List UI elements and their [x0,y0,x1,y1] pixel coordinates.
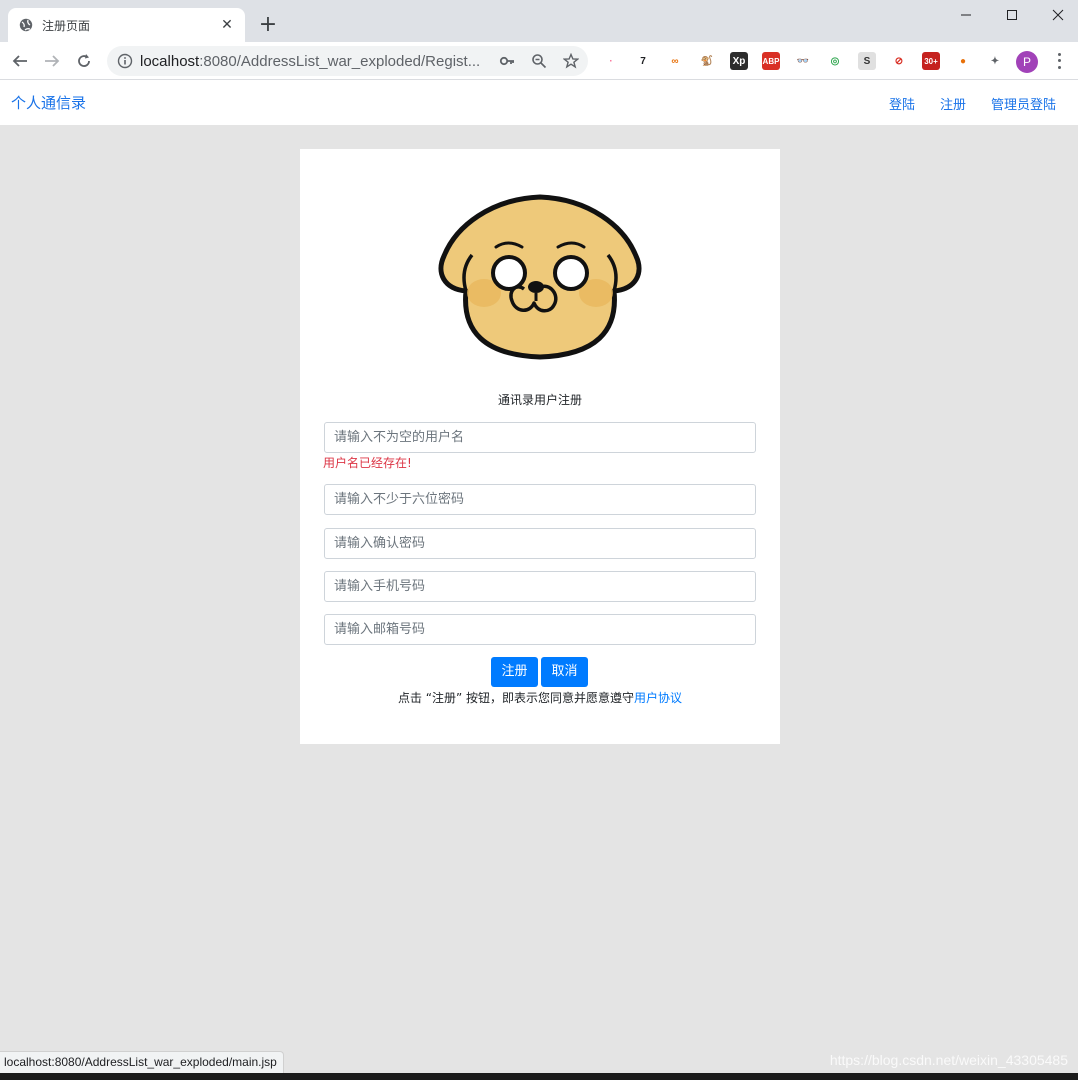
user-agreement-link[interactable]: 用户协议 [634,691,682,705]
tab-title: 注册页面 [42,18,91,33]
zoom-icon[interactable] [531,53,547,69]
ext-infinity-icon[interactable]: ∞ [666,52,684,70]
ext-badge-icon[interactable]: 30+ [922,52,940,70]
email-input[interactable] [324,614,756,645]
reload-icon[interactable] [72,49,96,73]
username-input[interactable] [324,422,756,453]
confirm-password-input[interactable] [324,528,756,559]
ext-xpath-icon[interactable]: Xp [730,52,748,70]
browser-menu-icon[interactable] [1052,51,1066,71]
ext-orange-icon[interactable]: ● [954,52,972,70]
os-taskbar [0,1073,1078,1080]
browser-toolbar: localhost:8080/AddressList_war_exploded/… [0,42,1078,80]
cancel-button[interactable]: 取消 [541,657,588,687]
new-tab-button[interactable]: + [256,14,280,38]
mascot-dog-image [438,194,642,360]
forward-arrow-icon[interactable] [40,49,64,73]
ext-s-icon[interactable]: S [858,52,876,70]
url-path: :8080/AddressList_war_exploded/Regist... [199,52,480,70]
status-bar-url: localhost:8080/AddressList_war_exploded/… [0,1051,284,1073]
address-bar[interactable]: localhost:8080/AddressList_war_exploded/… [107,46,588,76]
username-error-message: 用户名已经存在! [323,456,412,470]
nav-register-link[interactable]: 注册 [940,94,966,113]
extensions-puzzle-icon[interactable]: ✦ [986,52,1004,70]
ext-block-icon[interactable]: ⊘ [890,52,908,70]
back-arrow-icon[interactable] [8,49,32,73]
password-input[interactable] [324,484,756,515]
browser-tabstrip: 注册页面 ✕ + [0,0,1078,42]
register-button[interactable]: 注册 [491,657,538,687]
watermark-text: https://blog.csdn.net/weixin_43305485 [829,1052,1068,1068]
ext-bilibili-icon[interactable]: · [602,52,620,70]
ext-tampermonkey-icon[interactable]: 🐒 [698,52,716,70]
minimize-window-icon[interactable] [943,4,989,26]
url-host: localhost [140,52,200,70]
site-info-icon[interactable] [117,53,133,69]
form-title: 通讯录用户注册 [497,393,582,407]
globe-icon [18,17,34,33]
register-card: 通讯录用户注册 用户名已经存在! 注册 取消 点击 “注册” 按钮，即表示您同意… [300,149,780,744]
key-icon[interactable] [499,53,515,69]
bookmark-star-icon[interactable] [563,53,579,69]
nav-login-link[interactable]: 登陆 [889,94,915,113]
browser-tab[interactable]: 注册页面 ✕ [8,8,245,42]
close-tab-icon[interactable]: ✕ [219,17,235,33]
url-text[interactable]: localhost:8080/AddressList_war_exploded/… [140,53,480,70]
ext-adblock-icon[interactable]: ABP [762,52,780,70]
ext-seven-icon[interactable]: 7 [634,52,652,70]
maximize-window-icon[interactable] [989,4,1035,26]
phone-input[interactable] [324,571,756,602]
site-navbar: 个人通信录 登陆 注册 管理员登陆 [0,80,1078,125]
profile-avatar[interactable]: P [1016,51,1038,73]
agreement-prefix: 点击 “注册” 按钮，即表示您同意并愿意遵守 [397,691,635,705]
ext-glasses-icon[interactable]: 👓 [794,52,812,70]
close-window-icon[interactable] [1035,4,1078,26]
brand-link[interactable]: 个人通信录 [11,92,86,113]
agreement-text: 点击 “注册” 按钮，即表示您同意并愿意遵守用户协议 [300,689,780,706]
nav-admin-login-link[interactable]: 管理员登陆 [991,94,1056,113]
ext-color-icon[interactable]: ◎ [826,52,844,70]
